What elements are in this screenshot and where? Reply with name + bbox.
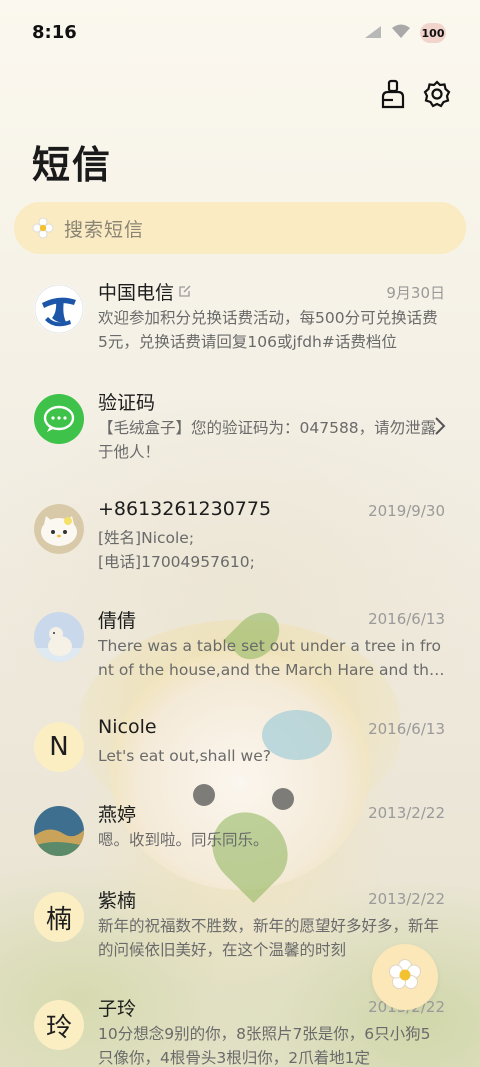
- message-date: 2019/9/30: [368, 502, 445, 520]
- search-input[interactable]: 搜索短信: [14, 202, 466, 254]
- edit-icon: [178, 281, 192, 303]
- landscape-avatar: [34, 806, 84, 856]
- flower-search-icon: [32, 217, 54, 239]
- contact-name: +8613261230775: [98, 498, 272, 520]
- cleanup-icon[interactable]: [378, 78, 408, 110]
- cat-plush-avatar: [34, 504, 84, 554]
- search-placeholder: 搜索短信: [64, 218, 145, 241]
- conversation-item[interactable]: 验证码 【毛绒盒子】您的验证码为：047588，请勿泄露于他人！: [0, 392, 480, 502]
- flower-compose-icon: [387, 957, 423, 997]
- contact-name: 中国电信: [98, 282, 175, 304]
- letter-avatar: 楠: [34, 892, 84, 942]
- battery-icon: 100: [420, 23, 446, 43]
- signal-icon: [364, 24, 382, 43]
- compose-button[interactable]: [372, 944, 438, 1010]
- message-preview: 嗯。收到啦。同乐同乐。: [98, 831, 269, 849]
- message-date: 2016/6/13: [368, 720, 445, 738]
- message-preview: [姓名]Nicole; [电话]17004957610;: [98, 529, 255, 571]
- status-bar: 8:16 100: [0, 0, 480, 66]
- message-preview: Let's eat out,shall we?: [98, 747, 271, 765]
- polar-bear-avatar: [34, 612, 84, 662]
- message-preview: 【毛绒盒子】您的验证码为：047588，请勿泄露于他人！: [98, 419, 437, 461]
- conversation-item[interactable]: 玲 子玲 2013/2/22 10分想念9别的你，8张照片7张是你，6只小狗5只…: [0, 998, 480, 1067]
- telecom-logo-avatar: [34, 284, 84, 334]
- contact-name: 子玲: [98, 998, 137, 1020]
- message-date: 2013/2/22: [368, 890, 445, 908]
- conversation-item[interactable]: +8613261230775 2019/9/30 [姓名]Nicole; [电话…: [0, 498, 480, 612]
- status-time: 8:16: [32, 22, 77, 43]
- message-preview: There was a table set out under a tree i…: [98, 637, 441, 679]
- contact-name: 验证码: [98, 392, 156, 414]
- letter-avatar: N: [34, 722, 84, 772]
- message-date: 2016/6/13: [368, 610, 445, 628]
- message-preview: 欢迎参加积分兑换话费活动，每500分可兑换话费5元，兑换话费请回复106或jfd…: [98, 309, 438, 351]
- contact-name: 紫楠: [98, 890, 137, 912]
- settings-icon[interactable]: [422, 78, 452, 110]
- contact-name: 燕婷: [98, 804, 137, 826]
- message-bubble-avatar: [34, 394, 84, 444]
- message-date: 2013/2/22: [368, 804, 445, 822]
- letter-avatar: 玲: [34, 1000, 84, 1050]
- message-preview: 10分想念9别的你，8张照片7张是你，6只小狗5只像你，4根骨头3根归你，2爪着…: [98, 1025, 431, 1067]
- conversation-item[interactable]: 中国电信 9月30日 欢迎参加积分兑换话费活动，每500分可兑换话费5元，兑换话…: [0, 281, 480, 392]
- message-date: 9月30日: [386, 284, 445, 302]
- wifi-icon: [390, 23, 412, 43]
- conversation-item[interactable]: 倩倩 2016/6/13 There was a table set out u…: [0, 610, 480, 720]
- contact-name: Nicole: [98, 716, 157, 738]
- chevron-right-icon[interactable]: [434, 416, 446, 440]
- page-title: 短信: [32, 143, 113, 187]
- contact-name: 倩倩: [98, 610, 137, 632]
